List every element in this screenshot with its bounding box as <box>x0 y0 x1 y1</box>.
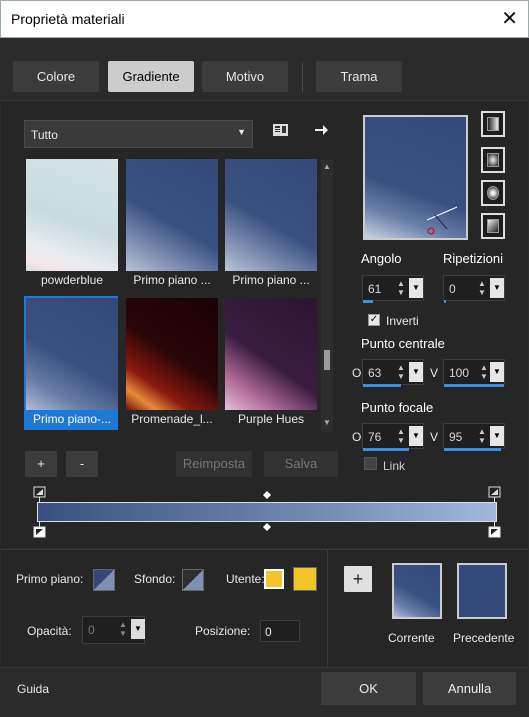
dropdown-arrow-icon[interactable]: ▼ <box>131 619 145 639</box>
linear-style-button[interactable] <box>481 111 505 137</box>
top-midpoint-marker <box>263 491 271 499</box>
opacity-label: Opacità: <box>27 624 72 638</box>
background-swatch[interactable] <box>182 569 204 591</box>
window-title: Proprietà materiali <box>11 11 125 27</box>
save-button[interactable]: Salva <box>264 451 338 477</box>
focal-v-slider-bar <box>444 448 501 451</box>
bottom-left-stop-marker <box>33 522 46 538</box>
bottom-divider <box>327 550 328 667</box>
angle-label: Angolo <box>361 251 402 266</box>
dropdown-arrow-icon[interactable]: ▼ <box>490 278 504 298</box>
bottom-right-stop-marker <box>488 522 501 538</box>
spin-arrows-icon[interactable]: ▲ ▼ <box>395 279 407 297</box>
tab-colore[interactable]: Colore <box>13 61 99 92</box>
center-v-slider-bar <box>444 384 504 387</box>
gallery-item[interactable]: Promenade_l... <box>124 296 218 430</box>
foreground-label: Primo piano: <box>16 572 84 586</box>
gradient-stops[interactable] <box>30 484 506 540</box>
angle-spinner[interactable]: 61 ▲ ▼ ▼ <box>362 275 424 303</box>
tab-trama[interactable]: Trama <box>316 61 402 92</box>
focal-o-spinner[interactable]: 76 ▲ ▼ ▼ <box>362 423 424 451</box>
position-input[interactable]: 0 <box>260 620 300 642</box>
sunburst-style-button[interactable] <box>481 180 505 206</box>
tab-divider <box>302 62 303 92</box>
previous-label: Precedente <box>453 631 515 645</box>
spin-arrows-icon[interactable]: ▲ ▼ <box>117 620 129 638</box>
radial-style-button[interactable] <box>481 213 505 239</box>
opacity-spinner[interactable]: 0 ▲ ▼ ▼ <box>82 616 145 644</box>
resource-manager-icon[interactable] <box>272 122 290 138</box>
arrow-right-icon[interactable] <box>313 122 329 138</box>
scroll-up-icon[interactable]: ▲ <box>323 162 331 171</box>
focal-v-spinner[interactable]: 95 ▲ ▼ ▼ <box>443 423 505 451</box>
dropdown-arrow-icon[interactable]: ▼ <box>490 426 504 446</box>
center-o-spinner[interactable]: 63 ▲ ▼ ▼ <box>362 359 424 387</box>
center-o-slider-bar <box>363 384 401 387</box>
rectangular-style-button[interactable] <box>481 147 505 173</box>
top-right-stop-marker <box>488 486 501 502</box>
repeats-label: Ripetizioni <box>443 251 503 266</box>
gradient-gallery: powderblue Primo piano ... Primo piano .… <box>24 157 321 432</box>
add-to-swatches-button[interactable]: + <box>344 566 372 592</box>
center-point-label: Punto centrale <box>361 336 445 351</box>
reset-button[interactable]: Reimposta <box>176 451 252 477</box>
tab-motivo[interactable]: Motivo <box>202 61 288 92</box>
gradient-preview[interactable] <box>363 115 468 240</box>
position-label: Posizione: <box>195 624 251 638</box>
center-o-prefix: O <box>352 366 362 380</box>
gallery-item[interactable]: powderblue <box>24 157 118 291</box>
dropdown-arrow-icon[interactable]: ▼ <box>490 362 504 382</box>
ok-button[interactable]: OK <box>321 672 416 705</box>
background-label: Sfondo: <box>134 572 176 586</box>
user-swatch-small[interactable] <box>264 569 284 589</box>
focal-point-label: Punto focale <box>361 400 434 415</box>
current-label: Corrente <box>388 631 435 645</box>
previous-swatch[interactable] <box>457 563 507 619</box>
category-dropdown[interactable]: Tutto ▼ <box>24 120 253 148</box>
spin-arrows-icon[interactable]: ▲ ▼ <box>478 363 490 381</box>
link-label: Link <box>383 459 406 473</box>
add-stop-button[interactable]: + <box>25 451 57 477</box>
dropdown-arrow-icon[interactable]: ▼ <box>409 278 423 298</box>
user-label: Utente: <box>226 572 265 586</box>
bottom-midpoint-marker <box>263 523 271 531</box>
link-checkbox[interactable] <box>364 457 377 470</box>
top-left-stop-marker <box>33 486 46 502</box>
tab-gradiente[interactable]: Gradiente <box>108 61 194 92</box>
center-v-prefix: V <box>430 366 439 380</box>
repeats-slider-bar <box>444 300 446 303</box>
focal-o-prefix: O <box>352 430 362 444</box>
gallery-item[interactable]: Primo piano ... <box>124 157 218 291</box>
close-icon[interactable]: ✕ <box>501 6 518 30</box>
gallery-item[interactable]: Primo piano ... <box>223 157 317 291</box>
spin-arrows-icon[interactable]: ▲ ▼ <box>395 363 407 381</box>
angle-slider-bar <box>363 300 373 303</box>
center-v-spinner[interactable]: 100 ▲ ▼ ▼ <box>443 359 505 387</box>
gallery-item-selected[interactable]: Primo piano-... <box>24 296 118 430</box>
cancel-button[interactable]: Annulla <box>423 672 516 705</box>
bottom-panel <box>1 549 528 667</box>
invert-checkbox[interactable]: ✓ <box>368 314 380 326</box>
remove-stop-button[interactable]: - <box>66 451 98 477</box>
chevron-down-icon: ▼ <box>237 127 246 137</box>
repeats-spinner[interactable]: 0 ▲ ▼ ▼ <box>443 275 505 303</box>
spin-arrows-icon[interactable]: ▲ ▼ <box>476 279 488 297</box>
focal-v-prefix: V <box>430 430 439 444</box>
gallery-item[interactable]: Purple Hues <box>223 296 317 430</box>
category-value: Tutto <box>31 128 58 142</box>
foreground-swatch[interactable] <box>93 569 115 591</box>
scroll-down-icon[interactable]: ▼ <box>323 418 331 427</box>
invert-label: Inverti <box>386 314 419 328</box>
user-swatch[interactable] <box>293 567 317 591</box>
help-link[interactable]: Guida <box>17 682 49 696</box>
focal-o-slider-bar <box>363 448 409 451</box>
spin-arrows-icon[interactable]: ▲ ▼ <box>395 427 407 445</box>
spin-arrows-icon[interactable]: ▲ ▼ <box>476 427 488 445</box>
scrollbar-thumb[interactable] <box>324 350 330 370</box>
current-swatch[interactable] <box>392 563 442 619</box>
dropdown-arrow-icon[interactable]: ▼ <box>409 362 423 382</box>
title-bar: Proprietà materiali ✕ <box>0 0 529 38</box>
gallery-scrollbar[interactable]: ▲ ▼ <box>321 160 333 432</box>
dropdown-arrow-icon[interactable]: ▼ <box>409 426 423 446</box>
